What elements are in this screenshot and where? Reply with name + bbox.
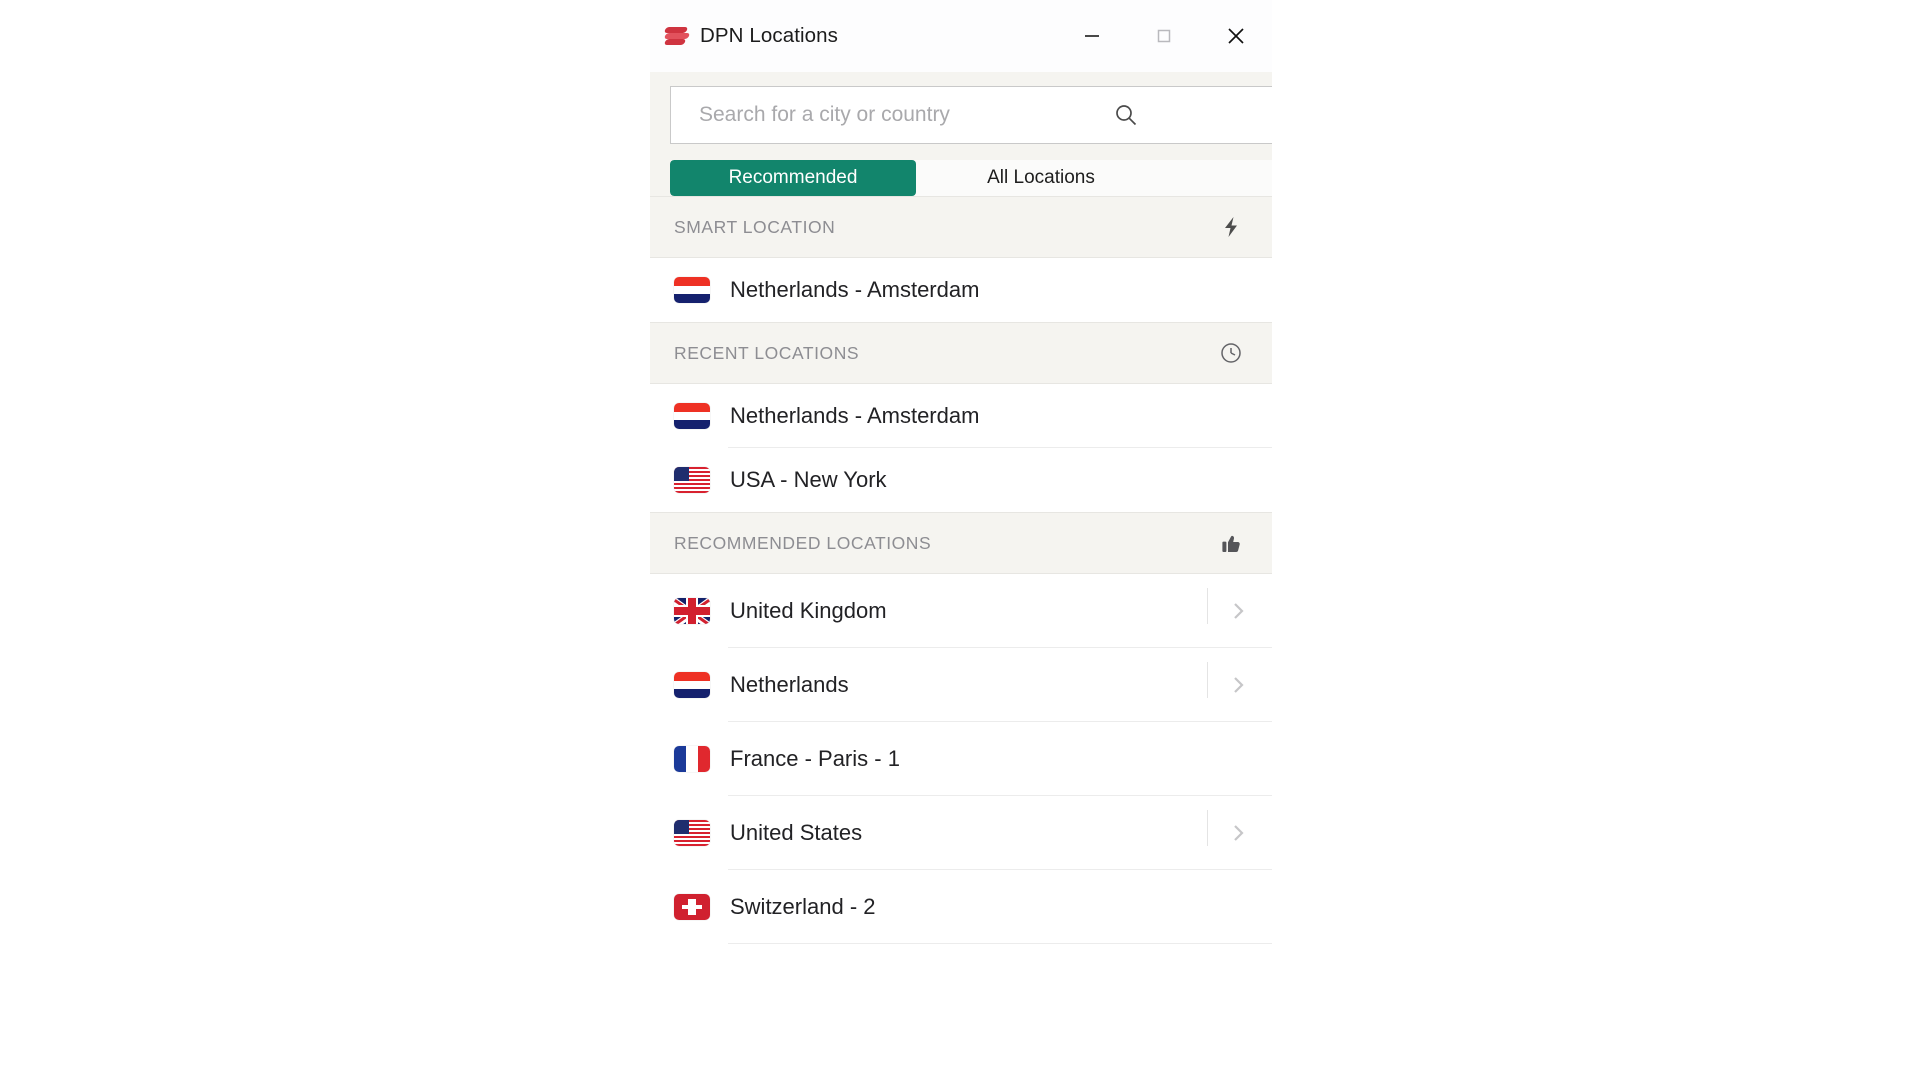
chevron-right-icon[interactable] [1224, 819, 1252, 847]
section-header-recommended-locations: RECOMMENDED LOCATIONS [650, 512, 1272, 574]
dpn-locations-window: DPN Locations Search for a city or count… [650, 0, 1272, 1080]
flag-switzerland-icon [674, 894, 710, 920]
maximize-icon [1157, 29, 1171, 43]
dpn-logo-icon [663, 23, 691, 49]
location-label: Netherlands [730, 672, 849, 697]
location-label: United Kingdom [730, 598, 887, 623]
lightning-bolt-icon [1218, 214, 1244, 240]
locations-list: SMART LOCATION Netherlands - Amsterdam R… [650, 196, 1272, 1080]
tab-all-locations[interactable]: All Locations [916, 160, 1166, 196]
close-icon [1228, 28, 1244, 44]
list-item[interactable]: Netherlands - Amsterdam [650, 258, 1272, 322]
window-title: DPN Locations [700, 24, 839, 47]
row-divider [1207, 810, 1208, 846]
chevron-right-icon[interactable] [1224, 671, 1252, 699]
list-item[interactable]: USA - New York [650, 448, 1272, 512]
section-title: RECOMMENDED LOCATIONS [674, 532, 932, 553]
list-item[interactable]: Switzerland - 2 [650, 870, 1272, 944]
location-label: United States [730, 820, 863, 845]
search-icon[interactable] [1111, 100, 1141, 130]
section-title: RECENT LOCATIONS [674, 342, 860, 363]
location-label: Netherlands - Amsterdam [730, 277, 980, 302]
flag-united-states-icon [674, 820, 710, 846]
title-bar-left: DPN Locations [663, 23, 839, 49]
minimize-button[interactable] [1056, 0, 1128, 72]
title-bar: DPN Locations [650, 0, 1272, 72]
flag-france-icon [674, 746, 710, 772]
chevron-right-icon[interactable] [1224, 597, 1252, 625]
location-label: USA - New York [730, 467, 887, 492]
tab-recommended[interactable]: Recommended [670, 160, 916, 196]
close-button[interactable] [1200, 0, 1272, 72]
clock-icon [1218, 340, 1244, 366]
row-divider [1207, 588, 1208, 624]
thumbs-up-icon [1218, 530, 1244, 556]
list-item[interactable]: France - Paris - 1 [650, 722, 1272, 796]
content-panel: Recommended All Locations SMART LOCATION… [650, 72, 1272, 1080]
flag-netherlands-icon [674, 403, 710, 429]
section-title: SMART LOCATION [674, 216, 836, 237]
list-item[interactable]: United States [650, 796, 1272, 870]
section-header-smart-location: SMART LOCATION [650, 196, 1272, 258]
search-bar[interactable] [670, 86, 1272, 144]
flag-united-kingdom-icon [674, 598, 710, 624]
list-item[interactable]: United Kingdom [650, 574, 1272, 648]
window-controls [1056, 0, 1272, 72]
section-header-recent-locations: RECENT LOCATIONS [650, 322, 1272, 384]
location-label: Switzerland - 2 [730, 894, 876, 919]
location-label: France - Paris - 1 [730, 746, 900, 771]
list-item[interactable]: Netherlands - Amsterdam [650, 384, 1272, 448]
location-label: Netherlands - Amsterdam [730, 403, 980, 428]
minimize-icon [1085, 35, 1099, 37]
flag-usa-icon [674, 467, 710, 493]
flag-netherlands-icon [674, 277, 710, 303]
search-input[interactable] [699, 103, 1099, 127]
flag-netherlands-icon [674, 672, 710, 698]
maximize-button[interactable] [1128, 0, 1200, 72]
tab-bar: Recommended All Locations [670, 160, 1272, 196]
list-item[interactable]: Netherlands [650, 648, 1272, 722]
row-divider [1207, 662, 1208, 698]
